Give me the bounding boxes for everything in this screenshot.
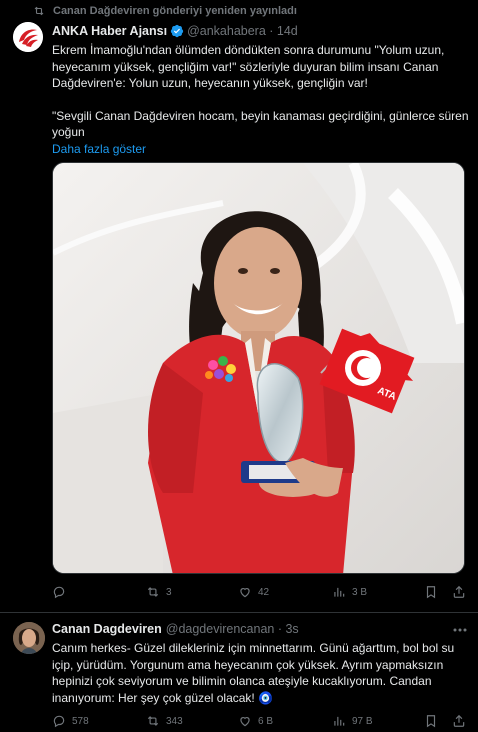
- tweet2-repost-button[interactable]: 343: [146, 714, 183, 728]
- tweet-divider: [0, 612, 478, 613]
- canan-avatar[interactable]: [13, 622, 45, 654]
- heart-icon: [240, 717, 250, 727]
- tweet1-views-button[interactable]: 3 B: [332, 585, 367, 599]
- reply-icon: [53, 715, 65, 728]
- share-icon: [453, 585, 465, 598]
- tweet2-views-button[interactable]: 97 B: [332, 714, 373, 728]
- tweet2-bookmark-button[interactable]: [424, 714, 444, 728]
- show-more-link[interactable]: Daha fazla göster: [52, 141, 470, 158]
- tweet1-separator: ·: [265, 24, 277, 38]
- views-chart-icon: [334, 716, 345, 726]
- more-options-icon[interactable]: [452, 627, 468, 633]
- verified-badge-icon: [170, 24, 184, 38]
- tweet1-timestamp[interactable]: 14d: [277, 24, 298, 38]
- tweet1-view-count: 3 B: [352, 586, 368, 598]
- tweet1-photo[interactable]: ATA: [52, 162, 465, 574]
- share-icon: [453, 714, 465, 727]
- tweet1-repost-button[interactable]: 3: [146, 585, 172, 599]
- anka-logo-icon: [13, 22, 43, 52]
- reply-icon: [53, 586, 65, 599]
- tweet2-share-button[interactable]: [452, 714, 472, 728]
- tweet2-author-name[interactable]: Canan Dagdeviren: [52, 622, 162, 636]
- photo-illustration: ATA: [53, 163, 464, 573]
- tweet1-share-button[interactable]: [452, 585, 472, 599]
- heart-icon: [240, 588, 250, 598]
- tweet1-author-name[interactable]: ANKA Haber Ajansı: [52, 24, 167, 38]
- tweet1-header: ANKA Haber Ajansı @ankahabera · 14d: [52, 24, 298, 38]
- tweet2-like-button[interactable]: 6 B: [238, 714, 273, 728]
- tweet1-repost-count: 3: [166, 586, 172, 598]
- repost-text: Canan Dağdeviren gönderiyi yeniden yayın…: [53, 5, 297, 17]
- repost-icon: [147, 587, 159, 597]
- tweet2-repost-count: 343: [166, 715, 183, 727]
- tweet2-separator: ·: [274, 622, 286, 636]
- tweet1-bookmark-button[interactable]: [424, 585, 444, 599]
- repost-indicator[interactable]: Canan Dağdeviren gönderiyi yeniden yayın…: [33, 4, 297, 18]
- anka-avatar[interactable]: [13, 22, 43, 52]
- tweet2-handle[interactable]: @dagdevirencanan: [166, 622, 275, 636]
- tweet1-body: Ekrem İmamoğlu'ndan ölümden döndükten so…: [52, 42, 470, 157]
- repost-icon: [34, 6, 44, 16]
- profile-photo-icon: [13, 622, 45, 654]
- bookmark-icon: [426, 586, 436, 599]
- tweet2-body: Canım herkes- Güzel dilekleriniz için mi…: [52, 641, 455, 705]
- tweet2-reply-count: 578: [72, 715, 89, 727]
- tweet1-like-button[interactable]: 42: [238, 585, 269, 599]
- tweet1-handle[interactable]: @ankahabera: [187, 24, 266, 38]
- tweet2-like-count: 6 B: [258, 715, 274, 727]
- views-chart-icon: [334, 587, 345, 597]
- tweet2-header: Canan Dagdeviren @dagdevirencanan · 3s: [52, 622, 299, 636]
- tweet1-reply-button[interactable]: [52, 585, 72, 599]
- tweet2-timestamp[interactable]: 3s: [285, 622, 298, 636]
- repost-icon: [147, 716, 159, 726]
- bookmark-icon: [426, 715, 436, 728]
- tweet2-reply-button[interactable]: 578: [52, 714, 89, 728]
- tweet1-like-count: 42: [258, 586, 270, 598]
- tweet1-text-paragraph2: "Sevgili Canan Dağdeviren hocam, beyin k…: [52, 108, 469, 140]
- tweet2-view-count: 97 B: [352, 715, 373, 727]
- tweet1-text-paragraph1: Ekrem İmamoğlu'ndan ölümden döndükten so…: [52, 43, 445, 90]
